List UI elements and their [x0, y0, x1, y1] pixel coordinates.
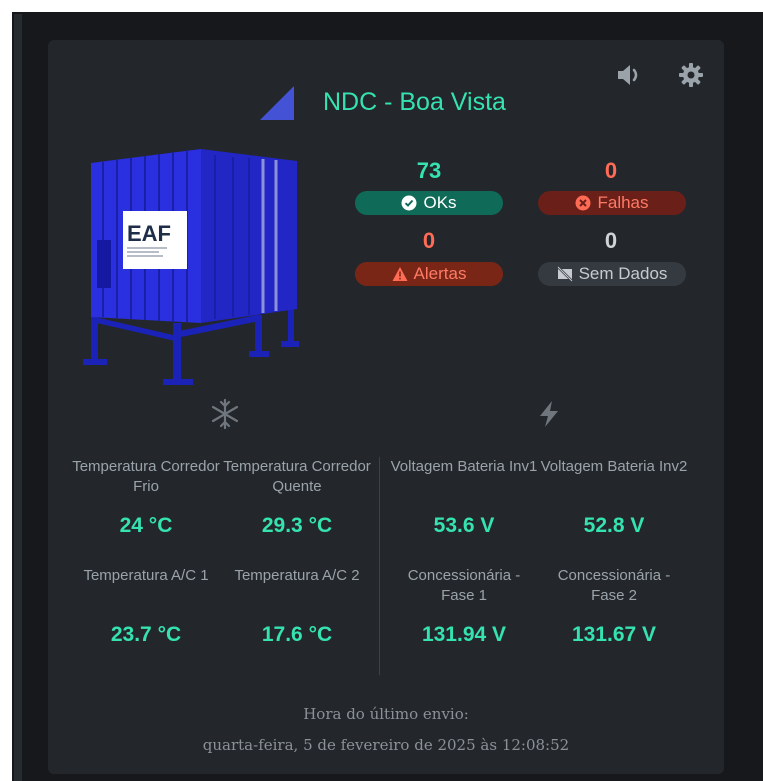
metric-label: Temperatura A/C 1 — [83, 567, 209, 584]
metric-concessionaria-fase1: Concessionária - Fase 1 131.94 V — [389, 566, 539, 646]
metric-value: 131.94 V — [421, 623, 507, 646]
alertas-count: 0 — [422, 228, 436, 253]
metric-concessionaria-fase2: Concessionária - Fase 2 131.67 V — [539, 566, 689, 646]
sem-dados-count: 0 — [604, 228, 618, 253]
metric-label: Voltagem Bateria Inv2 — [540, 458, 688, 475]
title-bar: NDC - Boa Vista — [48, 86, 724, 126]
metric-label: Temperatura A/C 2 — [234, 567, 360, 584]
oks-count: 73 — [416, 158, 442, 183]
signal-triangle-icon — [260, 86, 294, 120]
container-image: EAF — [83, 145, 313, 387]
metric-temp-corredor-quente: Temperatura Corredor Quente 29.3 °C — [222, 457, 372, 537]
oks-badge[interactable]: OKs — [355, 191, 503, 215]
warning-icon — [392, 267, 408, 281]
alertas-badge[interactable]: Alertas — [355, 262, 503, 286]
column-divider — [379, 457, 380, 675]
metric-temp-ac2: Temperatura A/C 2 17.6 °C — [222, 566, 372, 646]
falhas-label: Falhas — [597, 193, 649, 212]
metric-value: 17.6 °C — [261, 623, 333, 646]
falhas-count: 0 — [604, 158, 618, 183]
oks-label: OKs — [423, 193, 457, 212]
metric-label: Concessionária - Fase 2 — [557, 567, 671, 604]
metric-temp-corredor-frio: Temperatura Corredor Frio 24 °C — [71, 457, 221, 537]
metric-value: 131.67 V — [571, 623, 657, 646]
metric-label: Voltagem Bateria Inv1 — [390, 458, 538, 475]
snowflake-icon — [208, 397, 242, 431]
last-sent-timestamp: quarta-feira, 5 de fevereiro de 2025 às … — [202, 736, 570, 754]
metric-voltagem-inv1: Voltagem Bateria Inv1 53.6 V — [389, 457, 539, 537]
eaf-logo: EAF — [127, 221, 171, 246]
metric-temp-ac1: Temperatura A/C 1 23.7 °C — [71, 566, 221, 646]
metric-value: 23.7 °C — [110, 623, 182, 646]
metric-value: 52.8 V — [583, 514, 645, 537]
site-card: NDC - Boa Vista EAF 73 OKs 0 Falhas 0 Al… — [48, 40, 724, 774]
falhas-badge[interactable]: Falhas — [538, 191, 686, 215]
metric-label: Concessionária - Fase 1 — [407, 567, 521, 604]
metric-value: 29.3 °C — [261, 514, 333, 537]
lightning-icon — [532, 397, 566, 431]
x-circle-icon — [575, 195, 591, 211]
metric-voltagem-inv2: Voltagem Bateria Inv2 52.8 V — [539, 457, 689, 537]
sem-dados-badge[interactable]: Sem Dados — [538, 262, 686, 286]
site-title: NDC - Boa Vista — [323, 88, 506, 116]
metric-value: 53.6 V — [433, 514, 495, 537]
metric-label: Temperatura Corredor Quente — [223, 458, 371, 495]
no-data-icon — [556, 266, 573, 282]
alertas-label: Alertas — [413, 264, 467, 283]
left-rail — [14, 14, 22, 781]
metric-value: 24 °C — [119, 514, 173, 537]
metric-label: Temperatura Corredor Frio — [72, 458, 220, 495]
sem-dados-label: Sem Dados — [578, 264, 668, 283]
last-sent-label: Hora do último envio: — [303, 705, 469, 723]
check-circle-icon — [401, 195, 417, 211]
